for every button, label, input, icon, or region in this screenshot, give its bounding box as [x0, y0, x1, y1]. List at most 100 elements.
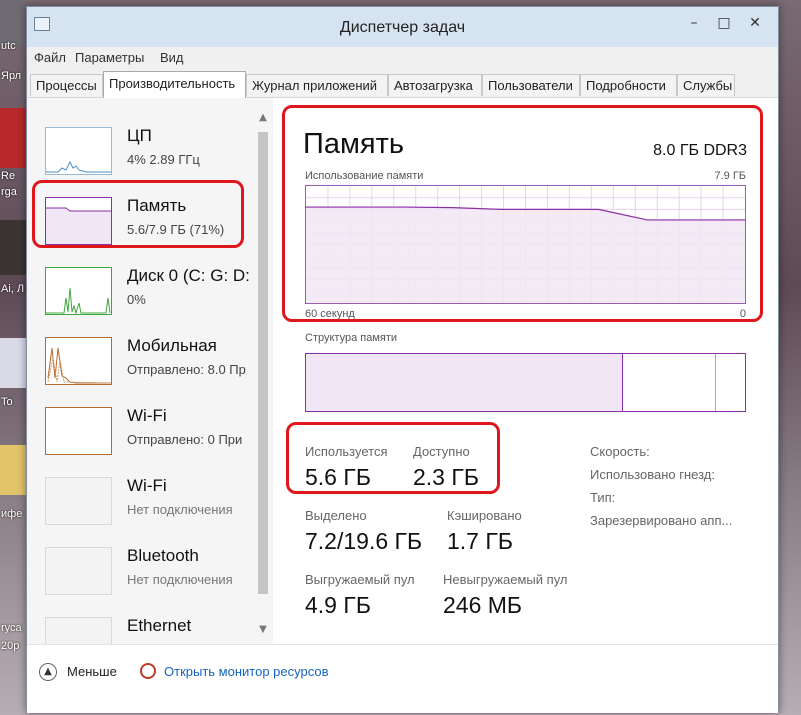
hardware-reserved-label: Зарезервировано апп... — [590, 513, 733, 528]
memory-usage-chart — [306, 186, 745, 303]
sidebar-item-label: Wi-Fi — [127, 406, 167, 425]
form-factor-label: Тип: — [590, 490, 616, 505]
graph-time-zero: 0 — [739, 308, 746, 320]
menu-options[interactable]: Параметры — [75, 50, 144, 65]
tab-app-history[interactable]: Журнал приложений — [246, 74, 388, 96]
title-bar: Диспетчер задач – □ ✕ — [27, 7, 778, 47]
task-manager-window: Диспетчер задач – □ ✕ Файл Параметры Вид… — [26, 6, 779, 713]
memory-detail-panel: Память 8.0 ГБ DDR3 Использование памяти … — [275, 98, 778, 644]
bluetooth-thumbnail — [45, 547, 112, 595]
desktop-label: ифе — [1, 508, 23, 520]
wifi-thumbnail — [45, 407, 112, 455]
disk-thumbnail — [45, 267, 112, 315]
structure-in-use — [306, 354, 624, 411]
sidebar-item-label: Диск 0 (C: G: D: — [127, 266, 250, 285]
memory-mini-graph — [46, 207, 111, 244]
sidebar-item-label: Wi-Fi — [127, 476, 167, 495]
sidebar-item-detail: 0% — [127, 292, 146, 307]
menu-bar: Файл Параметры Вид — [27, 47, 778, 69]
sidebar-item-detail: Отправлено: 0 При — [127, 432, 243, 447]
desktop-strip: utc Ярл Re rga Ai, Л To ифе rуса 20p — [0, 0, 26, 715]
sidebar-item-mobile[interactable]: Мобильная Отправлено: 8.0 Пр — [35, 324, 255, 390]
memory-type: 8.0 ГБ DDR3 — [653, 142, 747, 159]
scroll-up-icon[interactable]: ▲ — [255, 110, 271, 126]
desktop-label: utc — [1, 40, 16, 52]
tab-processes[interactable]: Процессы — [30, 74, 103, 96]
sidebar-item-label: Bluetooth — [127, 546, 199, 565]
committed-value: 7.2/19.6 ГБ — [305, 528, 423, 554]
cpu-mini-graph — [46, 160, 111, 173]
close-button[interactable]: ✕ — [743, 13, 767, 33]
resource-monitor-icon[interactable] — [140, 663, 156, 679]
sidebar-item-text: Wi-Fi Отправлено: 0 При — [127, 404, 261, 460]
graph-time-label: 60 секунд — [305, 308, 355, 320]
ethernet-thumbnail — [45, 617, 112, 644]
desktop-tile — [0, 338, 26, 388]
sidebar-item-detail: 4% 2.89 ГГц — [127, 152, 200, 167]
tab-users[interactable]: Пользователи — [482, 74, 580, 96]
sidebar-item-cpu[interactable]: ЦП 4% 2.89 ГГц — [35, 114, 255, 180]
usage-graph-label: Использование памяти — [305, 170, 424, 182]
sidebar-item-detail: Нет подключения — [127, 502, 233, 517]
scroll-down-icon[interactable]: ▼ — [255, 622, 271, 638]
tab-details[interactable]: Подробности — [580, 74, 677, 96]
minimize-button[interactable]: – — [682, 13, 706, 33]
available-value: 2.3 ГБ — [413, 464, 479, 490]
available-label: Доступно — [413, 444, 470, 459]
memory-thumbnail — [45, 197, 112, 245]
mobile-thumbnail — [45, 337, 112, 385]
committed-label: Выделено — [305, 508, 367, 523]
sidebar-item-wifi[interactable]: Wi-Fi Отправлено: 0 При — [35, 394, 255, 460]
cpu-thumbnail — [45, 127, 112, 175]
disk-mini-graph — [46, 287, 111, 315]
memory-usage-graph — [305, 185, 746, 304]
sidebar-item-wifi-2[interactable]: Wi-Fi Нет подключения — [35, 464, 255, 530]
desktop-label: rga — [1, 186, 17, 198]
speed-label: Скорость: — [590, 444, 650, 459]
sidebar-scrollbar[interactable]: ▲ ▼ — [255, 110, 271, 640]
memory-usage-area — [306, 207, 745, 303]
cached-label: Кэшировано — [447, 508, 522, 523]
desktop-tile — [0, 445, 26, 495]
performance-sidebar: ЦП 4% 2.89 ГГц Память 5.6/7.9 ГБ (71%) Д… — [27, 98, 273, 644]
slots-used-label: Использовано гнезд: — [590, 467, 715, 482]
sidebar-item-label: Память — [127, 196, 187, 215]
sidebar-item-ethernet[interactable]: Ethernet — [35, 604, 255, 644]
desktop-label: Re — [1, 170, 16, 182]
desktop-label: 20p — [1, 640, 20, 652]
desktop-label: rуса — [1, 622, 22, 634]
tab-startup[interactable]: Автозагрузка — [388, 74, 482, 96]
sidebar-item-detail: Нет подключения — [127, 572, 233, 587]
sidebar-item-bluetooth[interactable]: Bluetooth Нет подключения — [35, 534, 255, 600]
tab-services[interactable]: Службы — [677, 74, 735, 96]
tab-bar: Процессы Производительность Журнал прило… — [27, 69, 778, 98]
sidebar-item-detail: Отправлено: 8.0 Пр — [127, 362, 246, 377]
desktop-tile — [0, 220, 26, 275]
cached-value: 1.7 ГБ — [447, 528, 513, 554]
fewer-details-button[interactable]: Меньше — [67, 664, 117, 679]
in-use-value: 5.6 ГБ — [305, 464, 371, 490]
sidebar-item-disk[interactable]: Диск 0 (C: G: D: 0% — [35, 254, 255, 320]
sidebar-item-text: Мобильная Отправлено: 8.0 Пр — [127, 334, 261, 390]
menu-view[interactable]: Вид — [160, 50, 184, 65]
sidebar-item-label: ЦП — [127, 126, 152, 145]
structure-divider — [715, 354, 716, 411]
menu-file[interactable]: Файл — [34, 50, 66, 65]
desktop-label: Ярл — [1, 70, 22, 82]
tab-performance[interactable]: Производительность — [103, 71, 246, 98]
collapse-icon[interactable]: ▲ — [39, 663, 57, 681]
usage-graph-max: 7.9 ГБ — [714, 170, 746, 182]
maximize-button[interactable]: □ — [712, 13, 736, 33]
structure-label: Структура памяти — [305, 332, 398, 344]
desktop-tile — [0, 108, 26, 168]
desktop-label: Ai, Л — [1, 283, 25, 295]
memory-heading: Память — [303, 128, 405, 160]
scrollbar-thumb[interactable] — [258, 132, 268, 594]
open-resource-monitor-link[interactable]: Открыть монитор ресурсов — [164, 664, 328, 679]
desktop-tile — [0, 0, 26, 45]
sidebar-item-label: Ethernet — [127, 616, 192, 635]
nonpaged-pool-label: Невыгружаемый пул — [443, 572, 568, 587]
sidebar-item-memory[interactable]: Память 5.6/7.9 ГБ (71%) — [35, 184, 255, 250]
window-title: Диспетчер задач — [339, 19, 466, 36]
wifi-2-thumbnail — [45, 477, 112, 525]
